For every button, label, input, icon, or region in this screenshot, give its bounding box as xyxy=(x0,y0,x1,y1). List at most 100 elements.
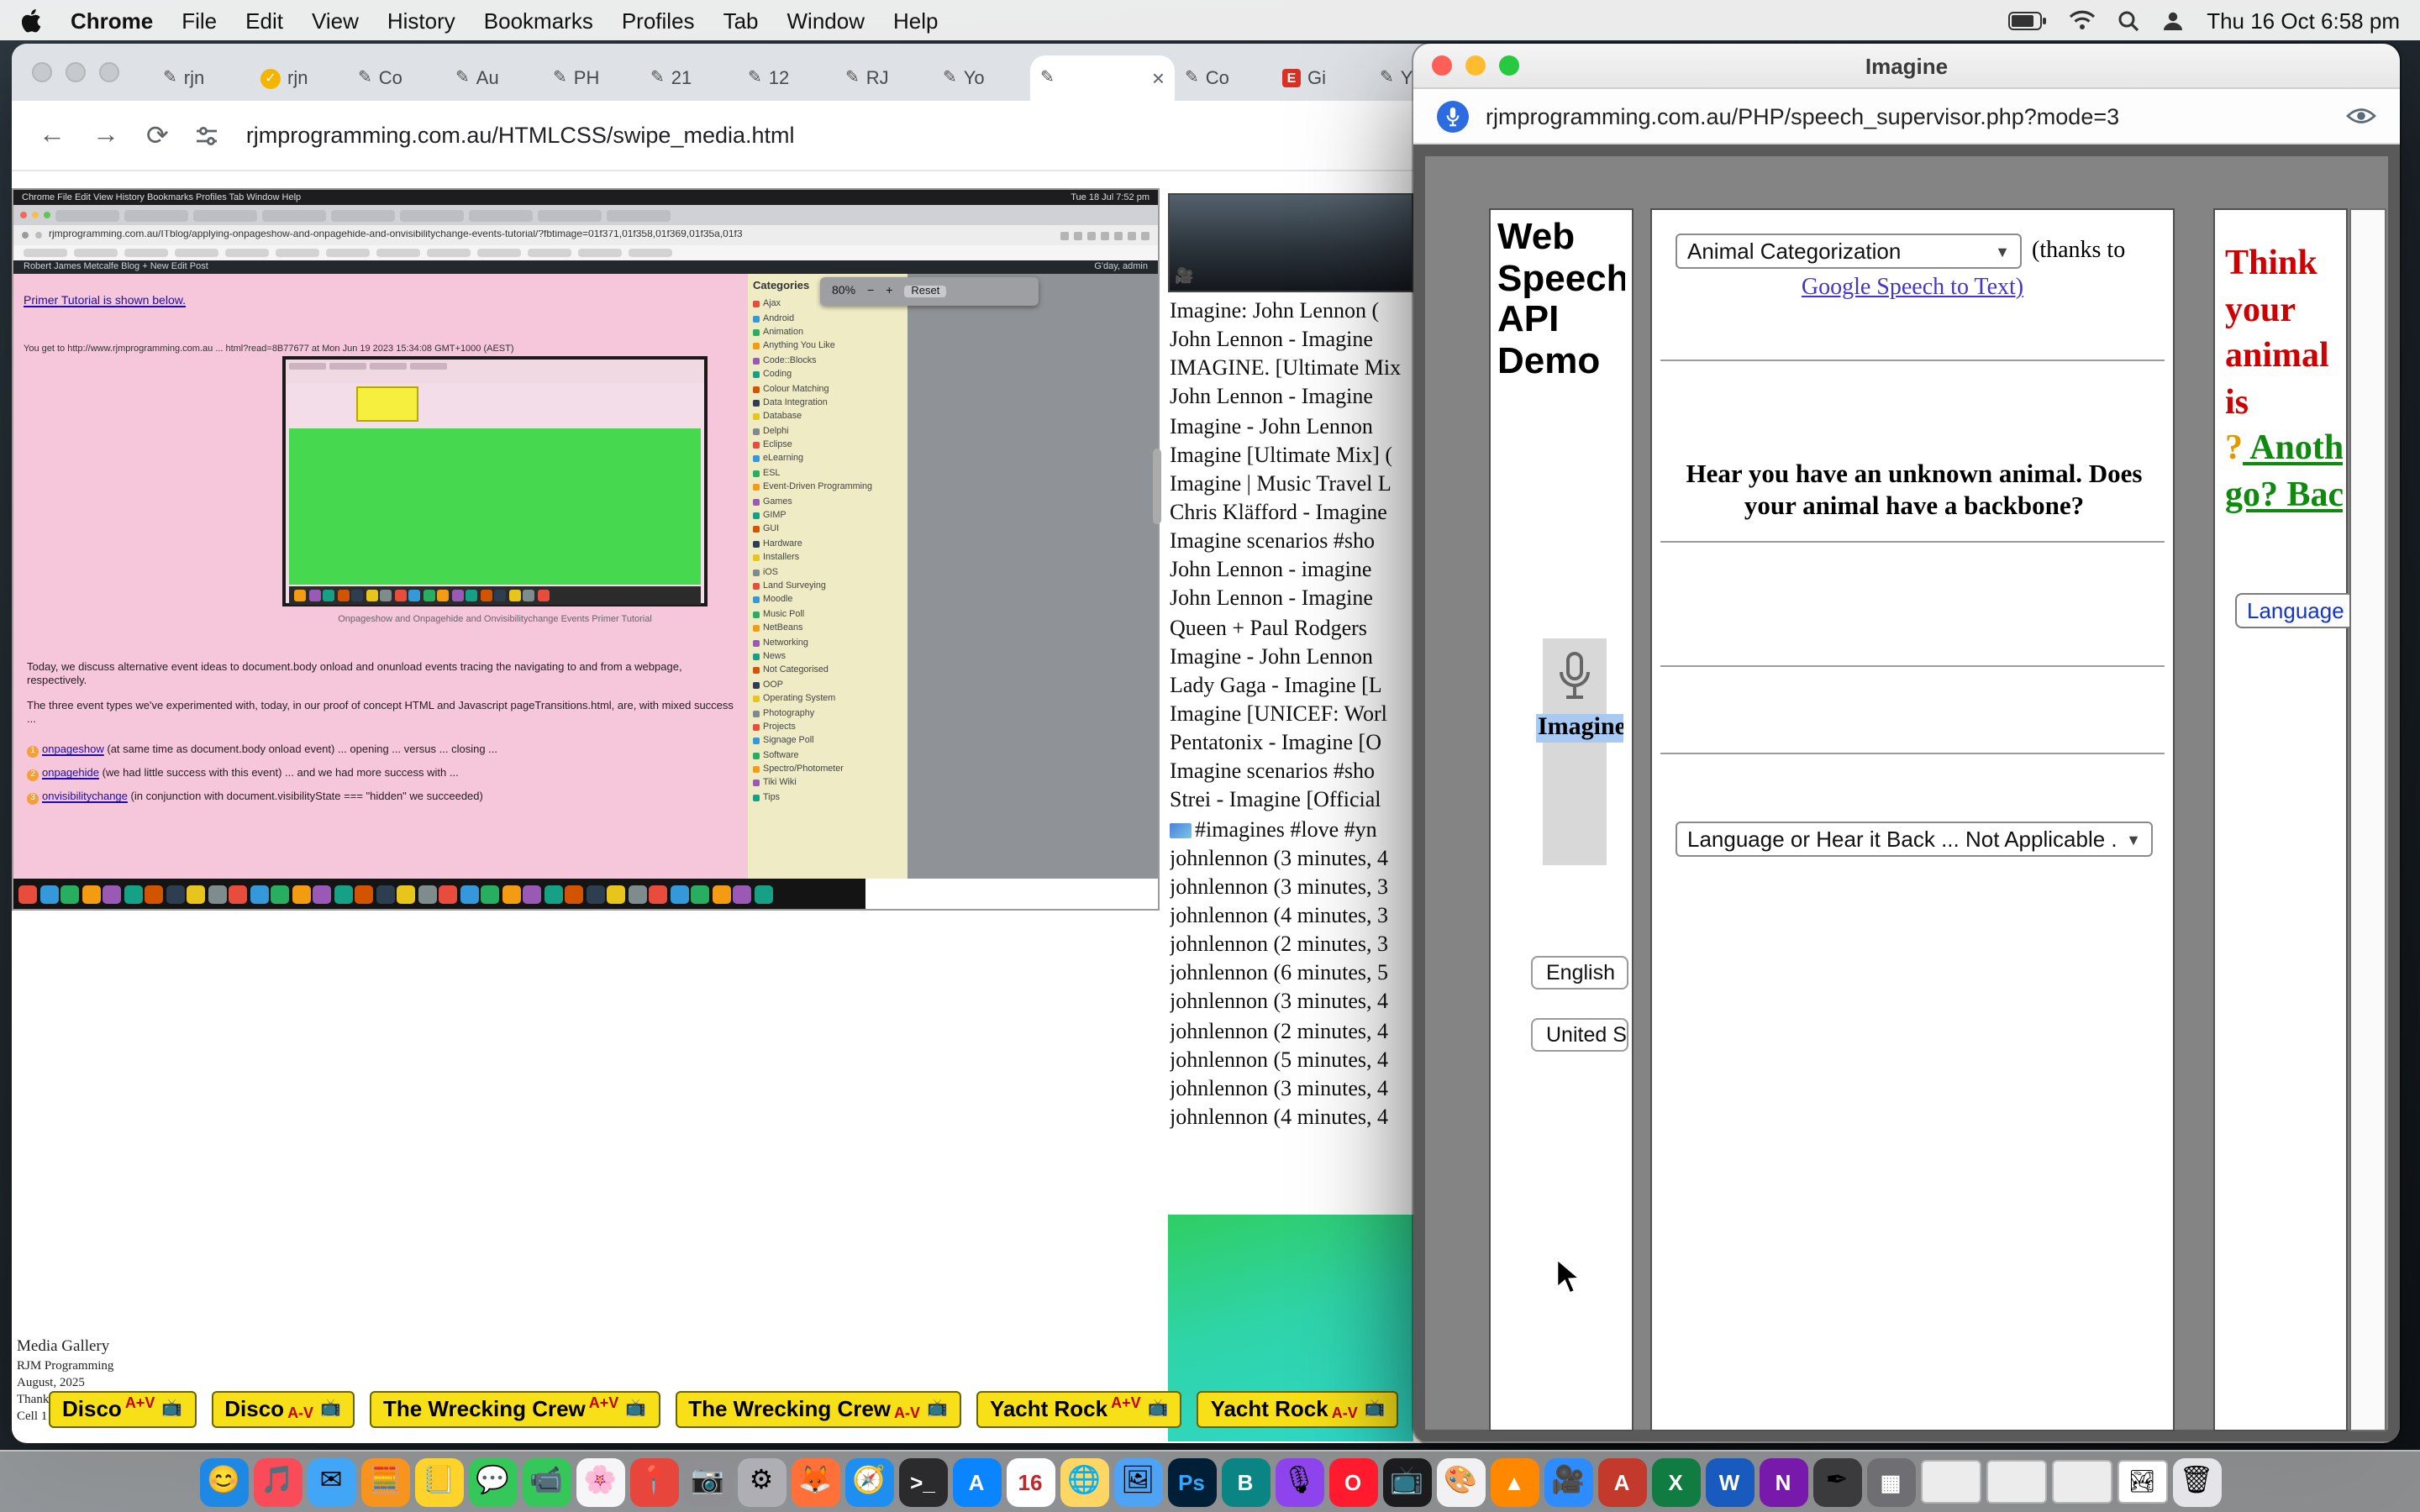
zoom-in-button[interactable]: + xyxy=(886,286,892,297)
category-item[interactable]: Not Categorised xyxy=(753,664,902,678)
browser-tab[interactable]: ✓rjn xyxy=(250,55,348,101)
browser-tab[interactable]: ✎Au xyxy=(445,55,543,101)
category-item[interactable]: Installers xyxy=(753,551,902,565)
wifi-icon[interactable] xyxy=(2069,10,2096,30)
dock-icon-app-store[interactable]: A xyxy=(952,1457,1001,1506)
microphone-icon[interactable] xyxy=(1555,650,1595,704)
menubar-item-view[interactable]: View xyxy=(312,8,359,33)
dock-icon-bing[interactable]: B xyxy=(1221,1457,1270,1506)
menubar-item-profiles[interactable]: Profiles xyxy=(622,8,695,33)
close-window-button[interactable] xyxy=(1432,55,1452,76)
zoom-window-button[interactable] xyxy=(1499,55,1519,76)
video-list-item[interactable]: johnlennon (3 minutes, 4 xyxy=(1170,1074,1413,1102)
browser-tab[interactable]: ✎PH xyxy=(543,55,640,101)
category-item[interactable]: GUI xyxy=(753,523,902,538)
menubar-item-history[interactable]: History xyxy=(387,8,455,33)
dock-window-preview-1[interactable] xyxy=(1920,1460,1981,1504)
dock-icon-firefox[interactable]: 🦊 xyxy=(791,1457,839,1506)
video-list-item[interactable]: johnlennon (3 minutes, 4 xyxy=(1170,843,1413,871)
dock-icon-maps[interactable]: 📍 xyxy=(629,1457,678,1506)
menubar-app-name[interactable]: Chrome xyxy=(71,8,153,33)
dock-icon-podcasts[interactable]: 🎙 xyxy=(1275,1457,1323,1506)
apple-icon[interactable] xyxy=(20,8,42,33)
primer-tutorial-link[interactable]: Primer Tutorial is shown below. xyxy=(24,296,186,307)
dock-icon-pen[interactable]: ✒ xyxy=(1812,1457,1861,1506)
video-list-item[interactable]: Chris Kläfford - Imagine xyxy=(1170,497,1413,526)
dock-icon-onenote[interactable]: N xyxy=(1759,1457,1807,1506)
video-list-item[interactable]: johnlennon (3 minutes, 3 xyxy=(1170,872,1413,900)
dock-icon-mail[interactable]: ✉ xyxy=(307,1457,355,1506)
video-list-item[interactable]: johnlennon (2 minutes, 4 xyxy=(1170,1016,1413,1044)
answer-link[interactable]: go? xyxy=(2225,473,2278,513)
video-list-item[interactable]: Imagine - John Lennon xyxy=(1170,411,1413,439)
dock-icon-word[interactable]: W xyxy=(1705,1457,1754,1506)
dock-icon-notes[interactable]: 📒 xyxy=(414,1457,463,1506)
category-item[interactable]: Eclipse xyxy=(753,438,902,453)
tutorial-term-link[interactable]: onpageshow xyxy=(42,744,104,756)
dock-icon-paint[interactable]: 🎨 xyxy=(1436,1457,1485,1506)
dock-icon-zoom[interactable]: 🎥 xyxy=(1544,1457,1592,1506)
media-button-the-wrecking-crew-a+v[interactable]: The Wrecking CrewA+V📺 xyxy=(370,1391,660,1428)
page-scrollbar[interactable] xyxy=(1153,449,1161,524)
category-item[interactable]: Games xyxy=(753,495,902,509)
dock-icon-calculator[interactable]: 🧮 xyxy=(360,1457,409,1506)
video-list-item[interactable]: Imagine | Music Travel L xyxy=(1170,469,1413,497)
category-item[interactable]: Land Surveying xyxy=(753,580,902,594)
dock-icon-music[interactable]: 🎵 xyxy=(253,1457,302,1506)
video-list-item[interactable]: John Lennon - Imagine xyxy=(1170,324,1413,353)
back-button[interactable]: ← xyxy=(39,120,66,150)
media-button-yacht-rock-a-v[interactable]: Yacht RockA-V📺 xyxy=(1197,1391,1399,1428)
browser-tab[interactable]: EGi xyxy=(1272,55,1370,101)
category-item[interactable]: Spectro/Photometer xyxy=(753,763,902,777)
scrollbar-track[interactable] xyxy=(2349,208,2386,1431)
zoom-window-button[interactable] xyxy=(99,62,119,82)
category-item[interactable]: Code::Blocks xyxy=(753,354,902,368)
media-button-the-wrecking-crew-a-v[interactable]: The Wrecking CrewA-V📺 xyxy=(675,1391,961,1428)
browser-tab[interactable]: ✎21 xyxy=(640,55,738,101)
tutorial-term-link[interactable]: onpagehide xyxy=(42,768,99,780)
language-select[interactable]: Language or Hear it Back ... Not Applica… xyxy=(1676,822,2153,857)
video-list-item[interactable]: IMAGINE. [Ultimate Mix xyxy=(1170,354,1413,382)
video-list-item[interactable]: Imagine [UNICEF: Worl xyxy=(1170,699,1413,727)
category-item[interactable]: Software xyxy=(753,748,902,763)
dock-icon-opera[interactable]: O xyxy=(1328,1457,1377,1506)
category-item[interactable]: Networking xyxy=(753,636,902,650)
tutorial-term-link[interactable]: onvisibilitychange xyxy=(42,792,128,804)
answer-link[interactable]: Back xyxy=(2278,473,2343,513)
answer-link[interactable]: Another xyxy=(2243,427,2343,467)
site-settings-icon[interactable] xyxy=(196,123,219,147)
video-list-item[interactable]: John Lennon - Imagine xyxy=(1170,382,1413,411)
menubar-item-tab[interactable]: Tab xyxy=(723,8,759,33)
video-list-item[interactable]: johnlennon (4 minutes, 4 xyxy=(1170,1102,1413,1131)
menubar-item-bookmarks[interactable]: Bookmarks xyxy=(484,8,593,33)
dock-icon-facetime[interactable]: 📹 xyxy=(522,1457,571,1506)
browser-tab[interactable]: ✎× xyxy=(1030,55,1175,101)
dock-icon-messages[interactable]: 💬 xyxy=(468,1457,517,1506)
dock-icon-apple-tv[interactable]: 📺 xyxy=(1382,1457,1431,1506)
category-item[interactable]: Event-Driven Programming xyxy=(753,480,902,495)
dock-icon-trash[interactable]: 🗑 xyxy=(2172,1457,2221,1506)
video-list-item[interactable]: johnlennon (5 minutes, 4 xyxy=(1170,1044,1413,1073)
category-item[interactable]: OOP xyxy=(753,678,902,692)
video-list-item[interactable]: #imagines #love #yn xyxy=(1170,814,1413,843)
dock-icon-system-settings[interactable]: ⚙ xyxy=(737,1457,786,1506)
video-list-item[interactable]: Imagine - John Lennon xyxy=(1170,641,1413,669)
category-item[interactable]: Tips xyxy=(753,790,902,805)
category-select[interactable]: Animal Categorization ▼ xyxy=(1676,234,2022,269)
dock-icon-calendar[interactable]: 16 xyxy=(1006,1457,1055,1506)
battery-icon[interactable] xyxy=(2008,11,2047,29)
menubar-clock[interactable]: Thu 16 Oct 6:58 pm xyxy=(2207,8,2400,33)
address-bar[interactable]: rjmprogramming.com.au/PHP/speech_supervi… xyxy=(1486,103,2119,129)
close-window-button[interactable] xyxy=(32,62,52,82)
dock-window-preview-3[interactable] xyxy=(2051,1460,2112,1504)
category-item[interactable]: Android xyxy=(753,312,902,326)
video-list-item[interactable]: johnlennon (3 minutes, 4 xyxy=(1170,987,1413,1016)
category-item[interactable]: Photography xyxy=(753,706,902,721)
reload-button[interactable]: ⟳ xyxy=(146,118,169,152)
media-button-disco-a+v[interactable]: DiscoA+V📺 xyxy=(49,1391,196,1428)
dock-icon-autocad[interactable]: A xyxy=(1597,1457,1646,1506)
browser-tab[interactable]: ✎Co xyxy=(1175,55,1272,101)
dock-icon-excel[interactable]: X xyxy=(1651,1457,1700,1506)
minimize-window-button[interactable] xyxy=(1465,55,1486,76)
dock-icon-photos[interactable]: 🌸 xyxy=(576,1457,624,1506)
